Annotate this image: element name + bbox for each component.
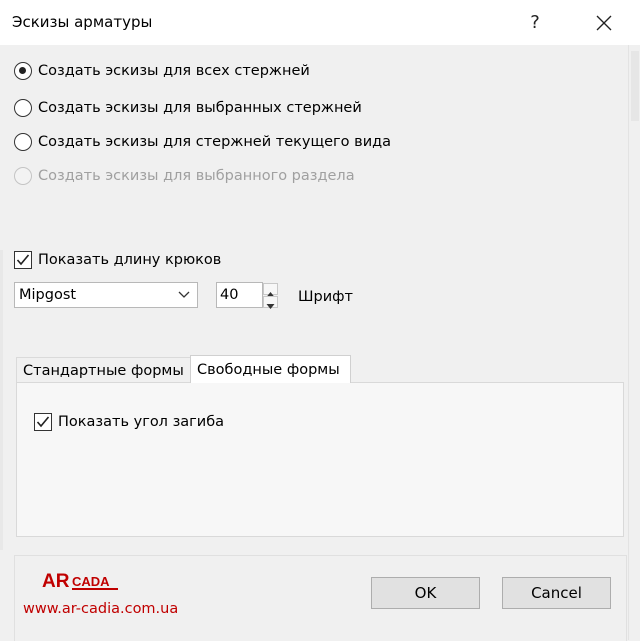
scrollbar-thumb[interactable] [631,51,639,121]
logo-text-ar: AR [42,571,70,592]
window-scrollbar[interactable] [628,45,640,640]
logo-text-cada: CADA [72,574,110,589]
radio-label: Создать эскизы для выбранного раздела [38,168,355,184]
cancel-button[interactable]: Cancel [502,577,611,609]
checkmark-icon [16,254,30,266]
radio-selected-section: Создать эскизы для выбранного раздела [14,165,355,187]
checkbox-icon [34,413,52,431]
stepper-up-button[interactable] [263,283,278,297]
checkmark-icon [36,416,50,428]
chevron-down-icon [178,291,190,298]
radio-button-icon [14,133,32,151]
tab-free-forms[interactable]: Свободные формы [190,355,351,383]
font-size-input[interactable]: 40 [216,282,263,308]
font-size-stepper[interactable] [263,283,278,309]
arcadia-logo: AR CADA [42,571,118,592]
show-hook-length-checkbox[interactable]: Показать длину крюков [14,249,221,271]
window-title: Эскизы арматуры [12,13,153,31]
close-button[interactable] [588,8,620,38]
font-family-value: Mipgost [19,287,77,303]
radio-all-bars[interactable]: Создать эскизы для всех стержней [14,60,310,82]
title-bar: Эскизы арматуры ? [0,0,640,45]
caret-down-icon [266,304,275,309]
stepper-down-button[interactable] [263,296,278,309]
checkbox-label: Показать длину крюков [38,252,222,268]
tab-panel [16,382,624,537]
ok-button[interactable]: OK [371,577,480,609]
font-family-select[interactable]: Mipgost [14,282,198,308]
radio-label: Создать эскизы для выбранных стержней [38,100,362,116]
tab-label: Свободные формы [197,361,340,378]
checkbox-icon [14,251,32,269]
radio-button-icon [14,167,32,185]
tab-standard-forms[interactable]: Стандартные формы [16,357,190,383]
font-size-value: 40 [220,287,239,303]
radio-label: Создать эскизы для стержней текущего вид… [38,134,392,150]
help-button[interactable]: ? [520,8,550,38]
radio-button-icon [14,62,32,80]
radio-button-icon [14,99,32,117]
close-icon [596,15,612,31]
show-bend-angle-checkbox[interactable]: Показать угол загиба [34,411,224,433]
checkbox-label: Показать угол загиба [58,414,225,430]
radio-label: Создать эскизы для всех стержней [38,63,310,79]
radio-selected-bars[interactable]: Создать эскизы для выбранных стержней [14,97,362,119]
tab-label: Стандартные формы [23,362,184,379]
window-edge [0,250,3,550]
font-label: Шрифт [298,289,353,305]
radio-current-view-bars[interactable]: Создать эскизы для стержней текущего вид… [14,131,391,153]
website-link[interactable]: www.ar-cadia.com.ua [23,601,178,617]
